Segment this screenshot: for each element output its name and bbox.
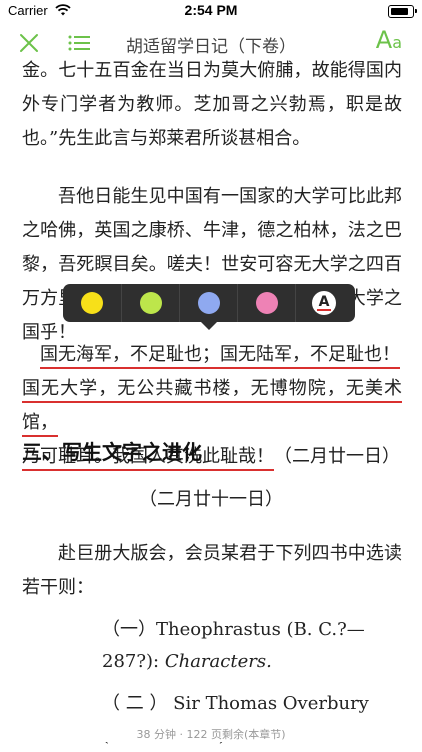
highlight-blue-button[interactable] xyxy=(179,284,238,322)
highlight-green-button[interactable] xyxy=(121,284,180,322)
font-button-small-letter: a xyxy=(392,33,402,52)
underline-style-button[interactable]: A xyxy=(295,284,354,322)
highlight-pink-button[interactable] xyxy=(237,284,296,322)
reference-1-title: Characters. xyxy=(164,651,272,672)
highlight-yellow-button[interactable] xyxy=(63,284,121,322)
reading-progress: 38 分钟 · 122 页剩余(本章节) xyxy=(0,724,422,742)
paragraph-date: （二月廿一日） xyxy=(274,446,400,467)
pink-swatch-icon xyxy=(256,292,278,314)
reference-2: （ 二 ） Sir Thomas Overbury (1581—1613): C… xyxy=(102,693,369,746)
highlighted-text-line-2[interactable]: 国无大学，无公共藏书楼，无博物院，无美术馆， xyxy=(22,378,402,437)
close-icon[interactable] xyxy=(18,32,40,54)
reference-1: （一）Theophrastus (B. C.?—287?): Character… xyxy=(102,614,402,678)
status-bar: Carrier 2:54 PM xyxy=(0,0,422,20)
blue-swatch-icon xyxy=(198,292,220,314)
table-of-contents-icon[interactable] xyxy=(67,33,91,53)
yellow-swatch-icon xyxy=(81,292,103,314)
highlighted-text-line-1[interactable]: 国无海军，不足耻也；国无陆军，不足耻也！ xyxy=(40,344,400,369)
highlight-toolbar: A xyxy=(63,284,355,330)
font-settings-button[interactable]: Aa xyxy=(376,26,402,54)
status-time: 2:54 PM xyxy=(184,2,238,18)
battery-icon xyxy=(388,5,417,18)
section-date: （二月廿十一日） xyxy=(139,489,283,510)
section-heading: 三、写生文字之进化 xyxy=(22,440,202,464)
text-underline-icon: A xyxy=(312,291,336,315)
paragraph-1: 金。七十五百金在当日为莫大俯脯，故能得国内外专门学者为教师。芝加哥之兴勃焉，职是… xyxy=(22,60,402,149)
font-button-big-letter: A xyxy=(375,26,393,54)
paragraph-4: 赴巨册大版会，会员某君于下列四书中选读若干则： xyxy=(22,543,402,598)
green-swatch-icon xyxy=(140,292,162,314)
